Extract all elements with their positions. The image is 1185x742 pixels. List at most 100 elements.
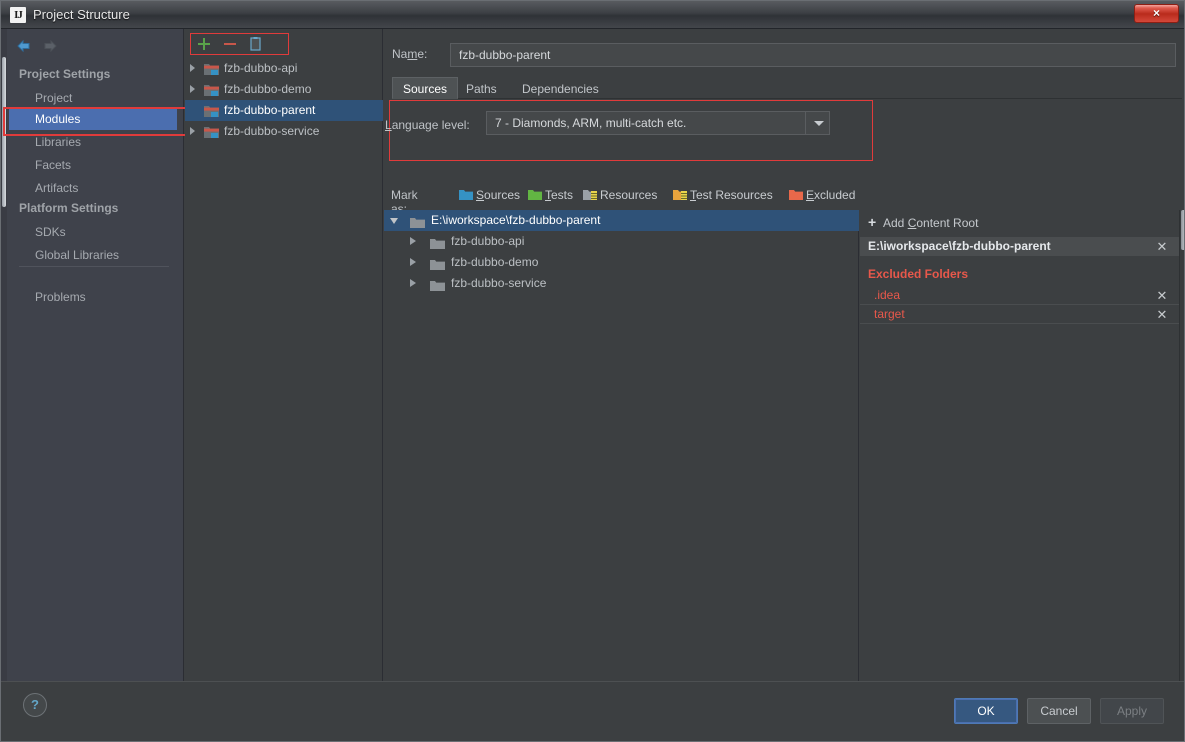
modules-toolbar (190, 33, 289, 55)
expand-arrow-icon[interactable] (190, 127, 195, 135)
sidebar-item-problems[interactable]: Problems (9, 287, 177, 308)
module-item-fzb-dubbo-demo[interactable]: fzb-dubbo-demo (185, 79, 383, 100)
tree-row-label: fzb-dubbo-service (451, 276, 547, 290)
tree-row-label: fzb-dubbo-demo (451, 255, 539, 269)
mark-as-resources-button[interactable]: Resources (583, 188, 657, 205)
excluded-folder-label: target (874, 307, 905, 321)
help-button[interactable]: ? (23, 693, 47, 717)
excluded-folder-label: .idea (874, 288, 901, 302)
tab-sources[interactable]: Sources (392, 77, 459, 99)
chevron-down-icon[interactable] (805, 112, 829, 134)
add-content-root-button[interactable]: + Add Content Root (868, 214, 978, 232)
language-level-dropdown[interactable]: 7 - Diamonds, ARM, multi-catch etc. (486, 111, 830, 135)
close-window-button[interactable]: × (1134, 4, 1179, 23)
expand-arrow-icon[interactable] (410, 258, 416, 266)
test-resources-folder-icon (673, 189, 687, 201)
module-label: fzb-dubbo-api (224, 61, 298, 75)
title-bar: IJ Project Structure × (1, 1, 1184, 29)
mark-as-tests-button[interactable]: Tests (528, 188, 573, 205)
module-icon (204, 104, 219, 118)
excluded-folders-title: Excluded Folders (868, 267, 969, 281)
module-label: fzb-dubbo-parent (224, 103, 316, 117)
tree-row-fzb-dubbo-service[interactable]: fzb-dubbo-service (384, 273, 859, 294)
content-root-tree: E:\iworkspace\fzb-dubbo-parent fzb-dubbo… (384, 210, 859, 705)
arrow-right-icon (41, 37, 59, 55)
module-item-fzb-dubbo-service[interactable]: fzb-dubbo-service (185, 121, 383, 142)
folder-icon (410, 215, 425, 228)
sidebar-group-project-settings: Project Settings (19, 67, 111, 81)
tab-paths[interactable]: Paths (455, 77, 508, 99)
ok-button[interactable]: OK (954, 698, 1018, 724)
tree-row-fzb-dubbo-api[interactable]: fzb-dubbo-api (384, 231, 859, 252)
sidebar-item-global-libraries[interactable]: Global Libraries (9, 245, 177, 266)
sidebar-divider (19, 266, 169, 267)
sources-folder-icon (459, 189, 473, 201)
plus-icon: + (868, 214, 877, 230)
sidebar-item-modules[interactable]: Modules (3, 107, 187, 136)
expand-arrow-icon[interactable] (410, 237, 416, 245)
collapse-arrow-icon[interactable] (390, 218, 398, 224)
add-module-button[interactable] (195, 35, 213, 53)
close-icon[interactable]: ✕ (1155, 286, 1169, 305)
folder-icon (430, 257, 445, 270)
module-name-label: Name: (392, 47, 428, 61)
excluded-folder-row-target[interactable]: target ✕ (860, 305, 1179, 324)
sidebar-item-artifacts[interactable]: Artifacts (9, 178, 177, 199)
expand-arrow-icon[interactable] (190, 85, 195, 93)
mark-as-excluded-button[interactable]: Excluded (789, 188, 855, 205)
sidebar-item-libraries[interactable]: Libraries (9, 132, 177, 153)
excluded-folder-icon (789, 189, 803, 201)
close-icon[interactable]: ✕ (1155, 237, 1169, 256)
window-title: Project Structure (33, 7, 130, 22)
language-level-label: Language level: (385, 118, 470, 132)
module-item-fzb-dubbo-api[interactable]: fzb-dubbo-api (185, 58, 383, 79)
content-roots-panel: + Add Content Root E:\iworkspace\fzb-dubb… (860, 210, 1179, 705)
module-icon (204, 125, 219, 139)
dialog-content: Project Settings Platform Settings Proje… (1, 29, 1184, 705)
module-name-row: Name: fzb-dubbo-parent (392, 43, 1182, 67)
module-icon (204, 62, 219, 76)
excluded-folder-row-idea[interactable]: .idea ✕ (860, 286, 1179, 305)
intellij-logo-icon: IJ (10, 7, 26, 23)
cancel-button[interactable]: Cancel (1027, 698, 1091, 724)
sidebar-scrollbar-thumb[interactable] (2, 57, 6, 207)
mark-as-sources-button[interactable]: Sources (459, 188, 520, 205)
tree-row-content-root[interactable]: E:\iworkspace\fzb-dubbo-parent (384, 210, 859, 231)
content-roots-scrollbar-thumb[interactable] (1181, 210, 1184, 250)
tree-row-label: E:\iworkspace\fzb-dubbo-parent (431, 213, 601, 227)
content-root-path: E:\iworkspace\fzb-dubbo-parent (868, 239, 1051, 253)
folder-icon (430, 236, 445, 249)
expand-arrow-icon[interactable] (410, 279, 416, 287)
settings-sidebar: Project Settings Platform Settings Proje… (1, 29, 187, 681)
content-roots-scrollbar[interactable] (1179, 210, 1184, 705)
language-level-value: 7 - Diamonds, ARM, multi-catch etc. (495, 116, 687, 130)
remove-module-button[interactable] (221, 35, 239, 53)
mark-as-test-resources-button[interactable]: Test Resources (673, 188, 773, 205)
arrow-left-icon[interactable] (15, 37, 33, 55)
detail-tabs: Sources Paths Dependencies (392, 77, 1182, 99)
tree-row-fzb-dubbo-demo[interactable]: fzb-dubbo-demo (384, 252, 859, 273)
close-icon[interactable]: ✕ (1155, 305, 1169, 324)
sidebar-group-platform-settings: Platform Settings (19, 201, 119, 215)
navigation-arrows (11, 35, 81, 57)
module-item-fzb-dubbo-parent[interactable]: fzb-dubbo-parent (185, 100, 383, 121)
sidebar-item-sdks[interactable]: SDKs (9, 222, 177, 243)
module-label: fzb-dubbo-demo (224, 82, 312, 96)
sidebar-item-project[interactable]: Project (9, 88, 177, 109)
apply-button[interactable]: Apply (1100, 698, 1164, 724)
module-label: fzb-dubbo-service (224, 124, 320, 138)
sidebar-item-facets[interactable]: Facets (9, 155, 177, 176)
module-name-input[interactable]: fzb-dubbo-parent (450, 43, 1176, 67)
tree-row-label: fzb-dubbo-api (451, 234, 525, 248)
content-root-entry[interactable]: E:\iworkspace\fzb-dubbo-parent ✕ (860, 237, 1179, 256)
project-structure-dialog: IJ Project Structure × Project Settings … (0, 0, 1185, 742)
copy-icon[interactable] (247, 35, 265, 53)
tab-dependencies[interactable]: Dependencies (511, 77, 610, 99)
folder-icon (430, 278, 445, 291)
expand-arrow-icon[interactable] (190, 64, 195, 72)
sidebar-scrollbar[interactable] (1, 29, 7, 681)
tests-folder-icon (528, 189, 542, 201)
title-bar-gloss (1, 1, 1184, 15)
resources-folder-icon (583, 189, 597, 201)
modules-list-pane: fzb-dubbo-api fzb-dubbo-demo fzb-dubbo-p… (185, 29, 383, 681)
